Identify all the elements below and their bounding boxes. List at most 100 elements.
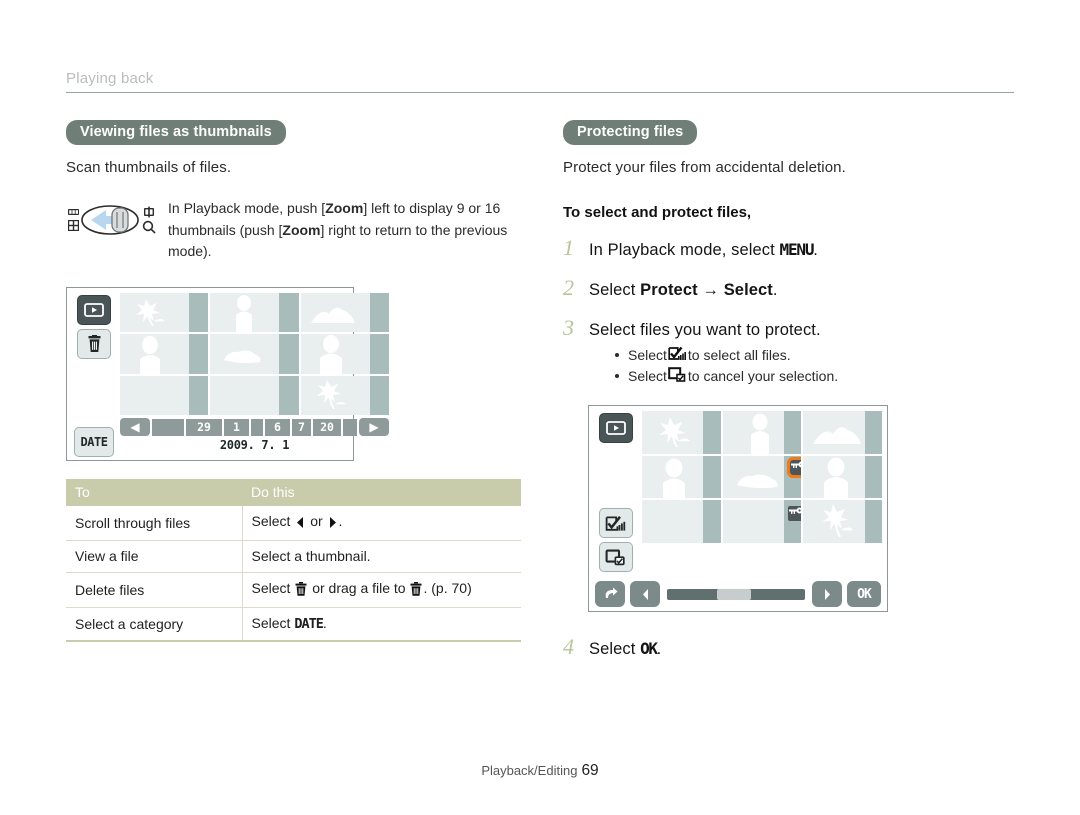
footer-label: Playback/Editing <box>481 763 578 778</box>
protect-lead-text: Protect your files from accidental delet… <box>563 159 846 176</box>
scroll-post: . <box>338 513 343 530</box>
table-cell-to: Scroll through files <box>66 506 243 542</box>
page-number: 69 <box>581 762 599 779</box>
thumbnail-cell[interactable] <box>803 411 882 454</box>
protect-thumbnail-grid <box>640 409 884 543</box>
date-category-button[interactable]: DATE <box>74 427 114 458</box>
thumbnail-cell[interactable] <box>120 293 209 333</box>
thumbnail-cell[interactable] <box>120 375 209 416</box>
step1-pre: In Playback mode, select <box>589 241 780 259</box>
play-mode-button[interactable] <box>77 295 111 326</box>
step-3: 3 Select files you want to protect. Sele… <box>563 315 1023 385</box>
table-row: Delete files Select or drag a file to . … <box>66 572 521 609</box>
step1-post: . <box>813 241 818 259</box>
ok-button[interactable]: OK <box>847 581 881 607</box>
delete-button[interactable] <box>77 329 111 360</box>
scrollbar-thumb[interactable] <box>716 588 752 600</box>
table-cell-to: Select a category <box>66 607 243 643</box>
date-segment[interactable]: 20 <box>313 418 341 436</box>
deselect-button[interactable] <box>599 542 633 572</box>
thumbnail-cell[interactable] <box>300 375 389 416</box>
step2-pre: Select <box>589 281 641 299</box>
prev-button[interactable]: ◀ <box>120 418 150 437</box>
date-segment[interactable] <box>251 418 263 436</box>
thumbnail-cell[interactable] <box>642 411 721 454</box>
thumbnail-cell-protected[interactable] <box>722 500 802 543</box>
step2-post: . <box>772 281 778 299</box>
thumbnail-cell[interactable] <box>210 375 299 416</box>
step-number: 3 <box>563 315 574 340</box>
thumbnail-cell-protected[interactable] <box>722 455 802 499</box>
date-segment[interactable]: 7 <box>292 418 311 436</box>
thumbnail-cell[interactable] <box>210 334 299 374</box>
zoom-lever-icon <box>66 200 162 240</box>
thumbnail-cell[interactable] <box>642 455 721 499</box>
table-header-to: To <box>66 479 242 507</box>
left-column: Viewing files as thumbnails Scan thumbna… <box>66 120 526 643</box>
step-text: Select files you want to protect. <box>589 321 821 339</box>
section-heading-protect: Protecting files <box>563 120 698 145</box>
table-header-row: To Do this <box>66 479 521 507</box>
select-all-button[interactable] <box>599 508 633 538</box>
step4-post: . <box>656 640 662 658</box>
table-cell-to: View a file <box>66 540 243 574</box>
play-mode-button[interactable] <box>599 413 633 443</box>
protect-menu-label: Protect <box>640 281 698 299</box>
step-3-bullets: Select to select all files. Select to ca… <box>615 346 838 385</box>
table-header-dothis: Do this <box>242 479 521 507</box>
thumbnail-cell[interactable] <box>642 500 721 543</box>
back-button[interactable] <box>595 581 625 607</box>
category-pre: Select <box>251 615 295 632</box>
page-scrollbar[interactable] <box>667 588 805 600</box>
delete-pre: Select <box>251 580 295 597</box>
step-number: 1 <box>563 235 574 260</box>
bullet2-pre: Select <box>628 368 667 384</box>
thumbnails-lead-text: Scan thumbnails of files. <box>66 159 232 176</box>
prev-page-button[interactable] <box>630 581 660 607</box>
next-button[interactable]: ▶ <box>359 418 389 437</box>
protect-screen-bottom-bar: OK <box>592 577 884 608</box>
protect-key-icon[interactable] <box>788 506 802 522</box>
bullet-deselect: Select to cancel your selection. <box>615 367 838 385</box>
protect-screen-illustration: OK <box>588 405 888 612</box>
step-2: 2 Select Protect → Select. <box>563 275 1023 301</box>
date-segment[interactable]: 29 <box>186 418 222 436</box>
date-scroll-bar: ◀ 29 1 6 7 20 ▶ <box>118 415 391 437</box>
thumbnail-cell[interactable] <box>210 293 299 333</box>
table-row: Select a category Select DATE. <box>66 607 521 643</box>
date-segment[interactable] <box>152 418 184 436</box>
step4-pre: Select <box>589 640 641 658</box>
date-segment[interactable]: 6 <box>265 418 290 436</box>
date-segment[interactable] <box>343 418 357 436</box>
zoom-lever-note: In Playback mode, push [Zoom] left to di… <box>66 198 526 263</box>
table-cell-to: Delete files <box>66 572 243 609</box>
running-header: Playing back <box>66 70 1014 93</box>
left-arrow-icon <box>295 516 305 532</box>
next-page-button[interactable] <box>812 581 842 607</box>
protect-grid-area <box>640 409 884 577</box>
thumbnail-cell[interactable] <box>722 411 802 454</box>
thumbnail-grid-area: ◀ 29 1 6 7 20 ▶ 2009. 7. 1 <box>118 291 391 457</box>
table-row: Scroll through files Select or . <box>66 506 521 542</box>
thumbnail-cell[interactable] <box>120 334 209 374</box>
thumbnail-cell[interactable] <box>300 334 389 374</box>
thumbnail-cell[interactable] <box>300 293 389 333</box>
delete-post: . (p. 70) <box>423 580 472 597</box>
bullet2-post: to cancel your selection. <box>687 368 839 384</box>
table-cell-dothis: Select or drag a file to . (p. 70) <box>242 572 521 609</box>
step-text: In Playback mode, select MENU. <box>589 240 818 260</box>
thumbnail-cell[interactable] <box>803 500 882 543</box>
page-footer: Playback/Editing 69 <box>0 762 1080 780</box>
current-date-label: 2009. 7. 1 <box>219 438 290 453</box>
protect-key-icon-selected[interactable] <box>787 456 802 478</box>
bullet1-pre: Select <box>628 347 667 363</box>
date-segment[interactable]: 1 <box>224 418 249 436</box>
trash-icon <box>295 582 307 599</box>
page-title: Playing back <box>66 70 154 87</box>
table-row: View a file Select a thumbnail. <box>66 540 521 574</box>
thumbnail-screen-illustration: DATE ◀ 29 1 6 7 20 ▶ 2009. 7. 1 <box>66 287 389 462</box>
thumbnail-cell[interactable] <box>803 455 882 499</box>
select-menu-label: Select <box>723 281 773 299</box>
trash-icon <box>410 582 422 599</box>
table-cell-dothis: Select a thumbnail. <box>242 540 521 574</box>
